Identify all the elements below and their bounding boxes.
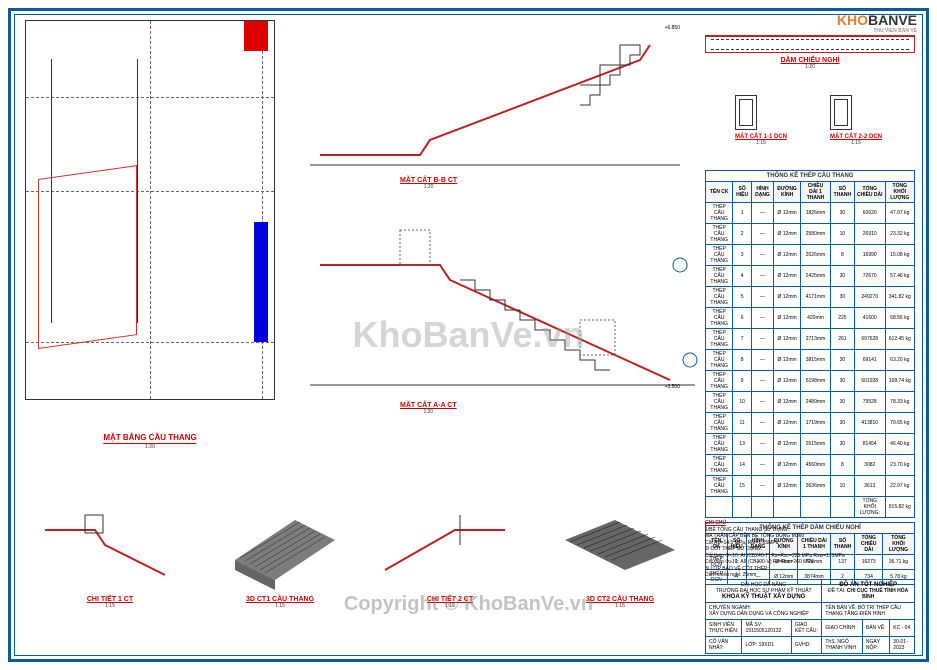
table-row: THÉP CẤU THANG9—Ø 12mm5198mm30601928168.… [706,371,915,392]
titleblock: ĐẠI HỌC ĐÀ NẴNG TRƯỜNG ĐẠI HỌC SƯ PHẠM K… [705,579,915,654]
beam-scale: 1:20 [705,64,915,70]
section-aa: +3.500 MẶT CẮT A-A CT 1:20 [300,205,700,415]
table-row: THÉP CẤU THANG7—Ø 12mm2713mm261697628612… [706,329,915,350]
table-row: THÉP CẤU THANG13—Ø 12mm2615mm308145446.4… [706,434,915,455]
section-aa-scale: 1:20 [400,409,457,415]
table1-title: THỐNG KÊ THÉP CẦU THANG [705,170,915,181]
general-notes: GHI CHÚ 1/BÊ TÔNG CẦU THANG SỬ DỤNG:MA T… [705,520,915,579]
tb-class: 19XD1 [759,642,774,648]
section-11-dcn: MẶT CẮT 1-1 DCN 1:15 [735,95,787,146]
tb-advisor-label: CỐ VẤN NHẤT: [706,637,742,654]
col-header: TÊN CK [706,182,733,203]
plan-scale: 1:20 [103,444,196,450]
tb-major: XÂY DỰNG DÂN DỤNG VÀ CÔNG NGHIỆP [709,611,809,617]
tb-student-label: SINH VIÊN THỰC HIỆN: [706,620,742,637]
tb-msv: 1911505120132 [745,628,781,634]
table-row: THÉP CẤU THANG5—Ø 12mm4171mm30249270341.… [706,287,915,308]
table-row: THÉP CẤU THANG11—Ø 12mm1719mm3041381070.… [706,413,915,434]
landing-beam-elevation: DẦM CHIẾU NGHỈ 1:20 [705,35,915,70]
table-row: THÉP CẤU THANG4—Ø 12mm2425mm307267057.46… [706,266,915,287]
table-row: THÉP CẤU THANG14—Ø 12mm4560mm8308223.70 … [706,455,915,476]
sec11-scale: 1:15 [735,140,787,146]
detail-2: CHI TIẾT 2 CT1:15 [370,500,530,640]
detail-1: CHI TIẾT 1 CT1:15 [30,500,190,640]
sec22-scale: 1:15 [830,140,882,146]
tb-topic: CHI CỤC THUẾ TỈNH HÒA BÌNH [847,588,908,600]
tb-dept: KHOA KỸ THUẬT XÂY DỰNG [709,594,818,600]
tb-sheet: KC - 04 [890,620,915,637]
detail2-title: CHI TIẾT 2 CT [427,596,473,603]
detail3d1-title: 3D CT1 CẦU THANG [246,596,314,603]
staircase-plan: MẶT BẰNG CẦU THANG 1:20 [25,20,275,450]
col-header: TỔNG KHỐI LƯỢNG [885,182,914,203]
site-logo: KHOBANVE THU VIEN BAN VE [837,12,917,34]
tb-date: 30-01-2023 [890,637,915,654]
detail-row: CHI TIẾT 1 CT1:15 3D CT1 CẦU THANG1:15 C… [25,500,705,640]
note-line: Dầm chiếu nghỉ: 25mm [705,572,915,579]
table-row: THÉP CẤU THANG8—Ø 12mm3815mm306914163.20… [706,350,915,371]
level-bot-label: +3.500 [665,384,680,390]
col-header: TỔNG CHIỀU DÀI [854,182,885,203]
tb-gvhd: ThS. NGÔ THANH VINH [822,637,863,654]
col-header: CHIỀU DÀI 1 THANH [801,182,831,203]
section-aa-title: MẶT CẮT A-A CT [400,402,457,409]
section-bb-title: MẶT CẮT B-B CT [400,177,457,184]
table-row: THÉP CẤU THANG15—Ø 12mm3636mm10361322.97… [706,476,915,497]
col-header: SỐ HIỆU [733,182,752,203]
detail-3d-2: 3D CT2 CẦU THANG1:15 [540,500,700,640]
detail1-title: CHI TIẾT 1 CT [87,596,133,603]
detail-3d-1: 3D CT1 CẦU THANG1:15 [200,500,360,640]
table-row: THÉP CẤU THANG2—Ø 12mm2580mm102691023.32… [706,224,915,245]
detail3d2-title: 3D CT2 CẦU THANG [586,596,654,603]
plan-title: MẶT BẰNG CẦU THANG [103,433,196,444]
level-top-label: +6.850 [665,25,680,31]
beam-title: DẦM CHIẾU NGHỈ [780,57,839,64]
section-22-dcn: MẶT CẮT 2-2 DCN 1:15 [830,95,882,146]
section-bb-scale: 1:20 [400,184,457,190]
table-row: THÉP CẤU THANG1—Ø 12mm1826mm306062047.97… [706,203,915,224]
table-row: TỔNG KHỐI LƯỢNG:915.82 kg [706,497,915,518]
table-row: THÉP CẤU THANG10—Ø 12mm2489mm307952878.3… [706,392,915,413]
col-header: ĐƯỜNG KÍNH [774,182,801,203]
table-row: THÉP CẤU THANG3—Ø 12mm2026mm81699015.08 … [706,245,915,266]
col-header: SỐ THANH [830,182,854,203]
section-bb: +6.850 MẶT CẮT B-B CT 1:20 [300,20,690,190]
tb-task: GIAO CHÍNH [822,620,863,637]
table-row: THÉP CẤU THANG6—Ø 12mm420mm2254160068.56… [706,308,915,329]
col-header: HÌNH DẠNG [751,182,773,203]
table1: TÊN CKSỐ HIỆUHÌNH DẠNGĐƯỜNG KÍNHCHIỀU DÀ… [705,181,915,518]
